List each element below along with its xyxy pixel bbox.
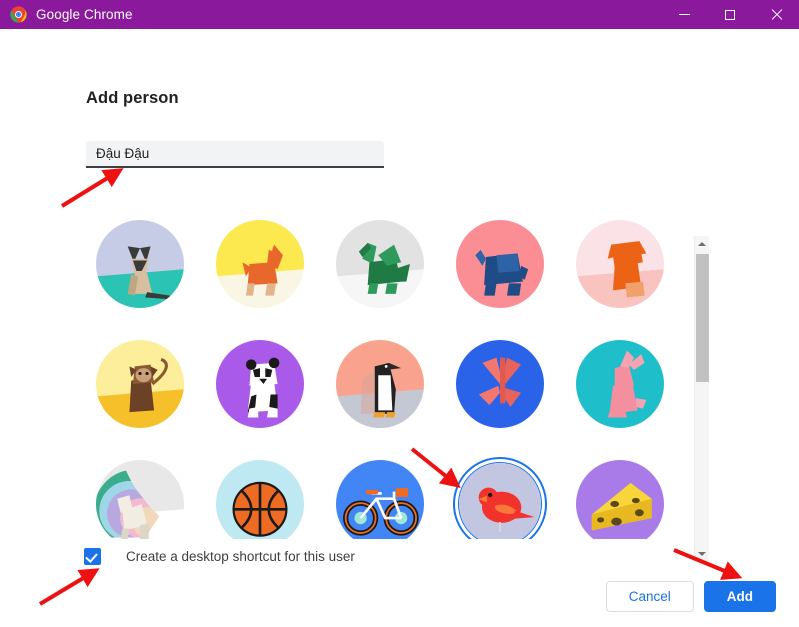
window-controls — [661, 0, 799, 29]
origami-dragon-avatar-image — [336, 220, 424, 308]
page-title: Add person — [86, 89, 179, 107]
origami-penguin-avatar[interactable] — [320, 324, 440, 444]
chrome-add-person-window: Google Chrome Add person Đậu Đậu Create … — [0, 0, 799, 627]
add-button[interactable]: Add — [703, 581, 776, 612]
avatar-ring — [573, 217, 667, 311]
avatar-ring — [573, 457, 667, 539]
avatar-ring — [93, 337, 187, 431]
desktop-shortcut-label[interactable]: Create a desktop shortcut for this user — [126, 549, 355, 564]
origami-monkey-avatar-image — [96, 340, 184, 428]
avatar-ring — [333, 217, 427, 311]
title-bar: Google Chrome — [0, 0, 799, 29]
check-icon — [85, 550, 98, 563]
origami-elephant-avatar-image — [456, 220, 544, 308]
minimize-button[interactable] — [661, 0, 707, 29]
avatar-ring — [213, 457, 307, 539]
minimize-icon — [678, 14, 690, 15]
origami-butterfly-avatar-image — [456, 340, 544, 428]
origami-dragon-avatar[interactable] — [320, 204, 440, 324]
dialog-content: Add person Create a desktop shortcut for… — [0, 29, 799, 627]
close-button[interactable] — [753, 0, 799, 29]
maximize-icon — [725, 9, 735, 20]
origami-cat-avatar[interactable] — [80, 204, 200, 324]
avatar-ring — [93, 217, 187, 311]
origami-fox-avatar-image — [576, 220, 664, 308]
origami-dog-avatar[interactable] — [200, 204, 320, 324]
red-bird-avatar-image — [458, 462, 542, 539]
avatar-ring — [213, 217, 307, 311]
dialog-actions: Cancel Add — [605, 581, 776, 612]
red-bird-avatar[interactable] — [440, 444, 560, 539]
avatar-ring — [213, 337, 307, 431]
cancel-button[interactable]: Cancel — [605, 581, 694, 612]
bicycle-avatar[interactable] — [320, 444, 440, 539]
origami-fox-avatar[interactable] — [560, 204, 680, 324]
cheese-avatar[interactable] — [560, 444, 680, 539]
origami-monkey-avatar[interactable] — [80, 324, 200, 444]
scroll-up-icon[interactable] — [695, 236, 709, 251]
avatar-ring — [453, 337, 547, 431]
origami-dog-avatar-image — [216, 220, 304, 308]
avatar-ring — [333, 457, 427, 539]
origami-butterfly-avatar[interactable] — [440, 324, 560, 444]
close-icon — [770, 9, 782, 21]
scroll-down-icon[interactable] — [695, 546, 709, 561]
cheese-avatar-image — [576, 460, 664, 539]
avatar-selection-ring — [453, 457, 547, 539]
origami-cat-avatar-image — [96, 220, 184, 308]
avatar-ring — [573, 337, 667, 431]
desktop-shortcut-row[interactable]: Create a desktop shortcut for this user — [84, 548, 355, 565]
avatar-ring — [453, 217, 547, 311]
origami-unicorn-avatar-image — [96, 460, 184, 539]
window-title: Google Chrome — [36, 7, 133, 22]
chrome-logo-icon — [10, 6, 27, 23]
avatar-ring — [93, 457, 187, 539]
basketball-avatar-image — [216, 460, 304, 539]
origami-panda-avatar-image — [216, 340, 304, 428]
name-input[interactable] — [86, 141, 384, 168]
origami-elephant-avatar[interactable] — [440, 204, 560, 324]
origami-rabbit-avatar[interactable] — [560, 324, 680, 444]
desktop-shortcut-checkbox[interactable] — [84, 548, 101, 565]
avatar-grid-scrollbar[interactable] — [694, 236, 709, 561]
origami-penguin-avatar-image — [336, 340, 424, 428]
basketball-avatar[interactable] — [200, 444, 320, 539]
scrollbar-thumb[interactable] — [696, 254, 709, 382]
origami-panda-avatar[interactable] — [200, 324, 320, 444]
bicycle-avatar-image — [336, 460, 424, 539]
avatar-grid — [80, 204, 703, 539]
avatar-ring — [333, 337, 427, 431]
origami-rabbit-avatar-image — [576, 340, 664, 428]
maximize-button[interactable] — [707, 0, 753, 29]
origami-unicorn-avatar[interactable] — [80, 444, 200, 539]
